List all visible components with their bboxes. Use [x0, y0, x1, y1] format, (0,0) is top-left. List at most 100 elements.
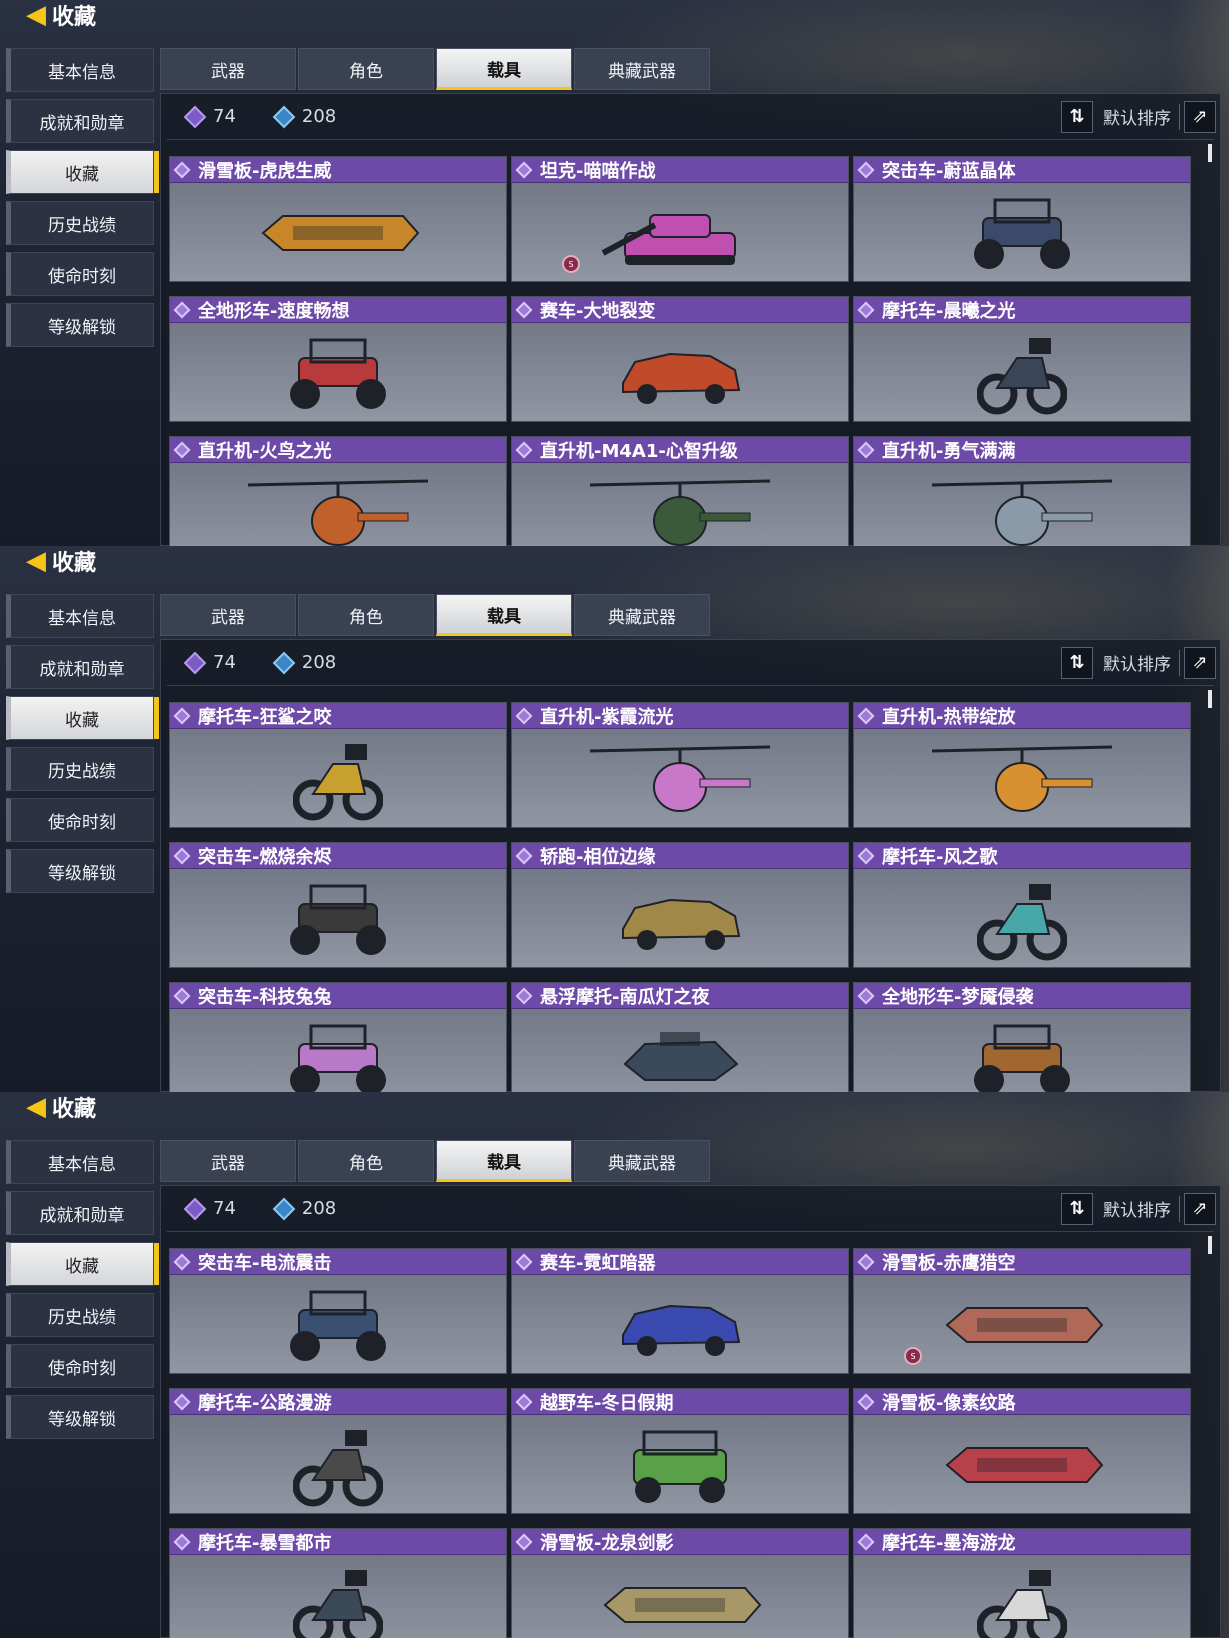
- sidebar-item[interactable]: 基本信息: [6, 48, 154, 92]
- scrollbar[interactable]: [1208, 1236, 1212, 1254]
- sidebar-item[interactable]: 成就和勋章: [6, 1191, 154, 1235]
- sort-icon[interactable]: ⇅: [1061, 1192, 1093, 1225]
- vehicle-card[interactable]: 悬浮摩托-南瓜灯之夜: [511, 982, 849, 1092]
- card-title-bar: 全地形车-梦魇侵袭: [854, 983, 1190, 1009]
- tab[interactable]: 武器: [160, 1140, 296, 1182]
- sidebar-item[interactable]: 成就和勋章: [6, 99, 154, 143]
- vehicle-card[interactable]: 直升机-M4A1-心智升级: [511, 436, 849, 546]
- sidebar: 基本信息成就和勋章收藏历史战绩使命时刻等级解锁: [6, 594, 159, 900]
- back-arrow-icon[interactable]: ◀: [22, 0, 50, 30]
- vehicle-card[interactable]: 轿跑-相位边缘: [511, 842, 849, 968]
- scrollbar[interactable]: [1208, 690, 1212, 708]
- sidebar-item[interactable]: 历史战绩: [6, 1293, 154, 1337]
- vehicle-image: [283, 874, 393, 967]
- sidebar-item[interactable]: 收藏: [6, 696, 159, 740]
- sidebar-item[interactable]: 基本信息: [6, 594, 154, 638]
- vehicle-card[interactable]: 全地形车-梦魇侵袭: [853, 982, 1191, 1092]
- sidebar-item[interactable]: 等级解锁: [6, 303, 154, 347]
- vehicle-card[interactable]: 直升机-紫霞流光: [511, 702, 849, 828]
- back-arrow-icon[interactable]: ◀: [22, 1092, 50, 1122]
- purple-count-value: 74: [213, 106, 236, 127]
- tab-bar: 武器 角色 载具 典藏武器: [160, 48, 712, 90]
- vehicle-card[interactable]: 滑雪板-赤鹰猎空 S: [853, 1248, 1191, 1374]
- vehicle-card[interactable]: 赛车-大地裂变: [511, 296, 849, 422]
- tab[interactable]: 角色: [298, 594, 434, 636]
- sidebar-item[interactable]: 等级解锁: [6, 849, 154, 893]
- sidebar-item[interactable]: 使命时刻: [6, 798, 154, 842]
- vehicle-name: 摩托车-公路漫游: [198, 1392, 332, 1414]
- sidebar-item[interactable]: 收藏: [6, 1242, 159, 1286]
- card-title-bar: 突击车-电流震击: [170, 1249, 506, 1275]
- scrollbar[interactable]: [1208, 144, 1212, 162]
- card-title-bar: 摩托车-狂鲨之咬: [170, 703, 506, 729]
- rarity-diamond-icon: [173, 301, 191, 318]
- sidebar-item[interactable]: 使命时刻: [6, 1344, 154, 1388]
- tab[interactable]: 载具: [436, 594, 572, 636]
- vehicle-card[interactable]: 突击车-电流震击: [169, 1248, 507, 1374]
- purple-gem-icon: [183, 105, 207, 128]
- tab[interactable]: 角色: [298, 1140, 434, 1182]
- season-badge-icon: S: [562, 255, 580, 273]
- vehicle-card[interactable]: 摩托车-公路漫游: [169, 1388, 507, 1514]
- rarity-diamond-icon: [515, 1253, 533, 1270]
- vehicle-card[interactable]: 滑雪板-虎虎生威: [169, 156, 507, 282]
- tab[interactable]: 载具: [436, 48, 572, 90]
- sort-label[interactable]: 默认排序: [1103, 650, 1171, 675]
- page-title: 收藏: [52, 551, 97, 576]
- vehicle-card[interactable]: 滑雪板-像素纹路: [853, 1388, 1191, 1514]
- vehicle-card[interactable]: 全地形车-速度畅想: [169, 296, 507, 422]
- vehicle-card[interactable]: 摩托车-狂鲨之咬: [169, 702, 507, 828]
- vehicle-name: 摩托车-风之歌: [882, 846, 998, 868]
- sidebar-item[interactable]: 历史战绩: [6, 747, 154, 791]
- sidebar-item[interactable]: 成就和勋章: [6, 645, 154, 689]
- vehicle-card[interactable]: 突击车-蔚蓝晶体: [853, 156, 1191, 282]
- tab[interactable]: 典藏武器: [574, 594, 710, 636]
- tab[interactable]: 武器: [160, 594, 296, 636]
- vehicle-card[interactable]: 摩托车-暴雪都市: [169, 1528, 507, 1638]
- vehicle-card[interactable]: 突击车-燃烧余烬: [169, 842, 507, 968]
- vehicle-card[interactable]: 摩托车-晨曦之光: [853, 296, 1191, 422]
- sidebar-item[interactable]: 历史战绩: [6, 201, 154, 245]
- vehicle-card[interactable]: 赛车-霓虹暗器: [511, 1248, 849, 1374]
- back-arrow-icon[interactable]: ◀: [22, 546, 50, 576]
- rarity-diamond-icon: [515, 1533, 533, 1550]
- tab[interactable]: 角色: [298, 48, 434, 90]
- sidebar-item[interactable]: 使命时刻: [6, 252, 154, 296]
- vehicle-image: [253, 208, 423, 262]
- vehicle-card[interactable]: 滑雪板-龙泉剑影: [511, 1528, 849, 1638]
- vehicle-image: [292, 1560, 384, 1638]
- vehicle-image: [292, 1420, 384, 1513]
- vehicle-card[interactable]: 突击车-科技兔兔: [169, 982, 507, 1092]
- share-icon[interactable]: ⇗: [1184, 1192, 1216, 1225]
- tab[interactable]: 武器: [160, 48, 296, 90]
- page-title: 收藏: [52, 5, 97, 30]
- rarity-diamond-icon: [857, 1253, 875, 1270]
- tab[interactable]: 载具: [436, 1140, 572, 1182]
- vehicle-card[interactable]: 直升机-勇气满满: [853, 436, 1191, 546]
- tab[interactable]: 典藏武器: [574, 1140, 710, 1182]
- sort-label[interactable]: 默认排序: [1103, 104, 1171, 129]
- vehicle-card[interactable]: 直升机-热带绽放: [853, 702, 1191, 828]
- vehicle-image: [967, 1014, 1077, 1092]
- vehicle-image: [620, 1420, 740, 1513]
- sidebar-item[interactable]: 等级解锁: [6, 1395, 154, 1439]
- sort-icon[interactable]: ⇅: [1061, 100, 1093, 133]
- vehicle-card[interactable]: 摩托车-风之歌: [853, 842, 1191, 968]
- share-icon[interactable]: ⇗: [1184, 646, 1216, 679]
- sort-icon[interactable]: ⇅: [1061, 646, 1093, 679]
- divider: [1179, 1195, 1180, 1222]
- vehicle-card[interactable]: 直升机-火鸟之光: [169, 436, 507, 546]
- share-icon[interactable]: ⇗: [1184, 100, 1216, 133]
- blue-count: 208: [272, 1197, 336, 1220]
- vehicle-image: [580, 741, 780, 821]
- vehicle-image: [580, 475, 780, 546]
- sort-label[interactable]: 默认排序: [1103, 1196, 1171, 1221]
- vehicle-name: 赛车-霓虹暗器: [540, 1252, 656, 1274]
- tab[interactable]: 典藏武器: [574, 48, 710, 90]
- sort-area: ⇅ 默认排序 ⇗: [1061, 100, 1216, 133]
- sidebar-item[interactable]: 基本信息: [6, 1140, 154, 1184]
- vehicle-card[interactable]: 越野车-冬日假期: [511, 1388, 849, 1514]
- vehicle-card[interactable]: 摩托车-墨海游龙: [853, 1528, 1191, 1638]
- vehicle-card[interactable]: 坦克-喵喵作战 S: [511, 156, 849, 282]
- sidebar-item[interactable]: 收藏: [6, 150, 159, 194]
